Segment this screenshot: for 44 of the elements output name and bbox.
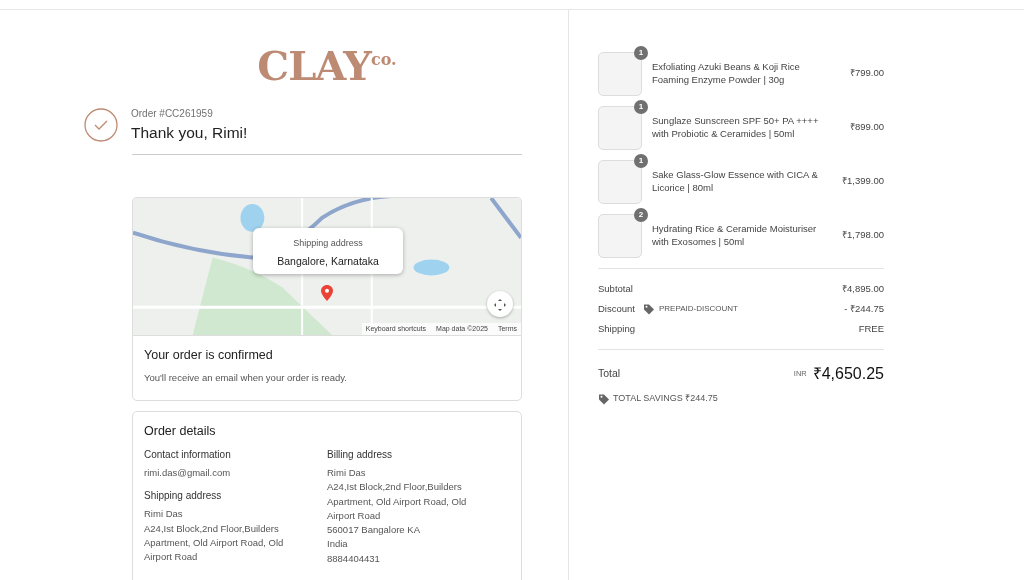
discount-code: PREPAID-DISCOUNT [658,303,738,315]
address-line: A24,Ist Block,2nd Floor,Builders Apartment, Old Airport Road, Old Airport Road [327,480,468,523]
quantity-badge: 1 [634,99,648,114]
quantity-badge: 2 [634,207,648,222]
address-line: A24,Ist Block,2nd Floor,Builders Apartment, Old Airport Road, Old Airport Road [144,521,285,565]
total-savings: TOTAL SAVINGS ₹244.75 [613,392,718,405]
product-price: ₹899.00 [849,120,884,135]
product-name: Exfoliating Azuki Beans & Koji Rice Foaming Enzyme Powder | 30g [652,61,801,86]
product-price: ₹799.00 [849,66,884,81]
address-line: India [327,537,349,552]
section-heading: Billing address [327,448,394,462]
address-line: rimi.das@gmail.com [144,466,232,480]
section-heading: Contact information [144,448,232,462]
address-line: Rimi Das [327,466,367,480]
product-price: ₹1,399.00 [842,174,884,189]
section-heading: Shipping address [144,489,223,504]
tag-icon [642,303,655,315]
map-pin-icon [321,285,333,302]
total-label: Total [598,366,621,382]
address-line: 8884404431 [327,551,381,566]
summary-value: ₹4,895.00 [842,281,884,296]
summary-label: Shipping [598,321,635,336]
summary-value: FREE [858,321,884,336]
summary-label: Discount [598,301,635,316]
product-name: Sunglaze Sunscreen SPF 50+ PA ++++ with Probiotic & Ceramides | 50ml [652,115,820,140]
tag-icon [598,392,610,405]
address-popup: Shipping address Bangalore, Karnataka [253,228,403,275]
summary-value: - ₹244.75 [844,301,884,316]
address-line: Rimi Das [144,507,184,522]
quantity-badge: 1 [634,45,648,60]
order-number: Order #CC261959 [131,107,214,121]
confirmation-title: Your order is confirmed [144,347,274,365]
product-price: ₹1,798.00 [842,228,884,243]
total-amount: ₹4,650.25 [812,364,884,384]
quantity-badge: 1 [634,153,648,168]
product-name: Hydrating Rice & Ceramide Moisturiser with Exosomes | 50ml [652,223,818,248]
order-details-title: Order details [144,423,217,441]
confirmation-message: You'll receive an email when your order is ready. [144,371,348,385]
product-name: Sake Glass-Glow Essence with CICA & Licorice | 80ml [652,169,819,194]
summary-label: Subtotal [598,281,633,296]
arrows-icon [492,296,508,313]
checkmark-circle-icon [84,108,118,143]
thank-you-heading: Thank you, Rimi! [131,123,248,143]
address-line: 560017 Bangalore KA [327,523,421,538]
